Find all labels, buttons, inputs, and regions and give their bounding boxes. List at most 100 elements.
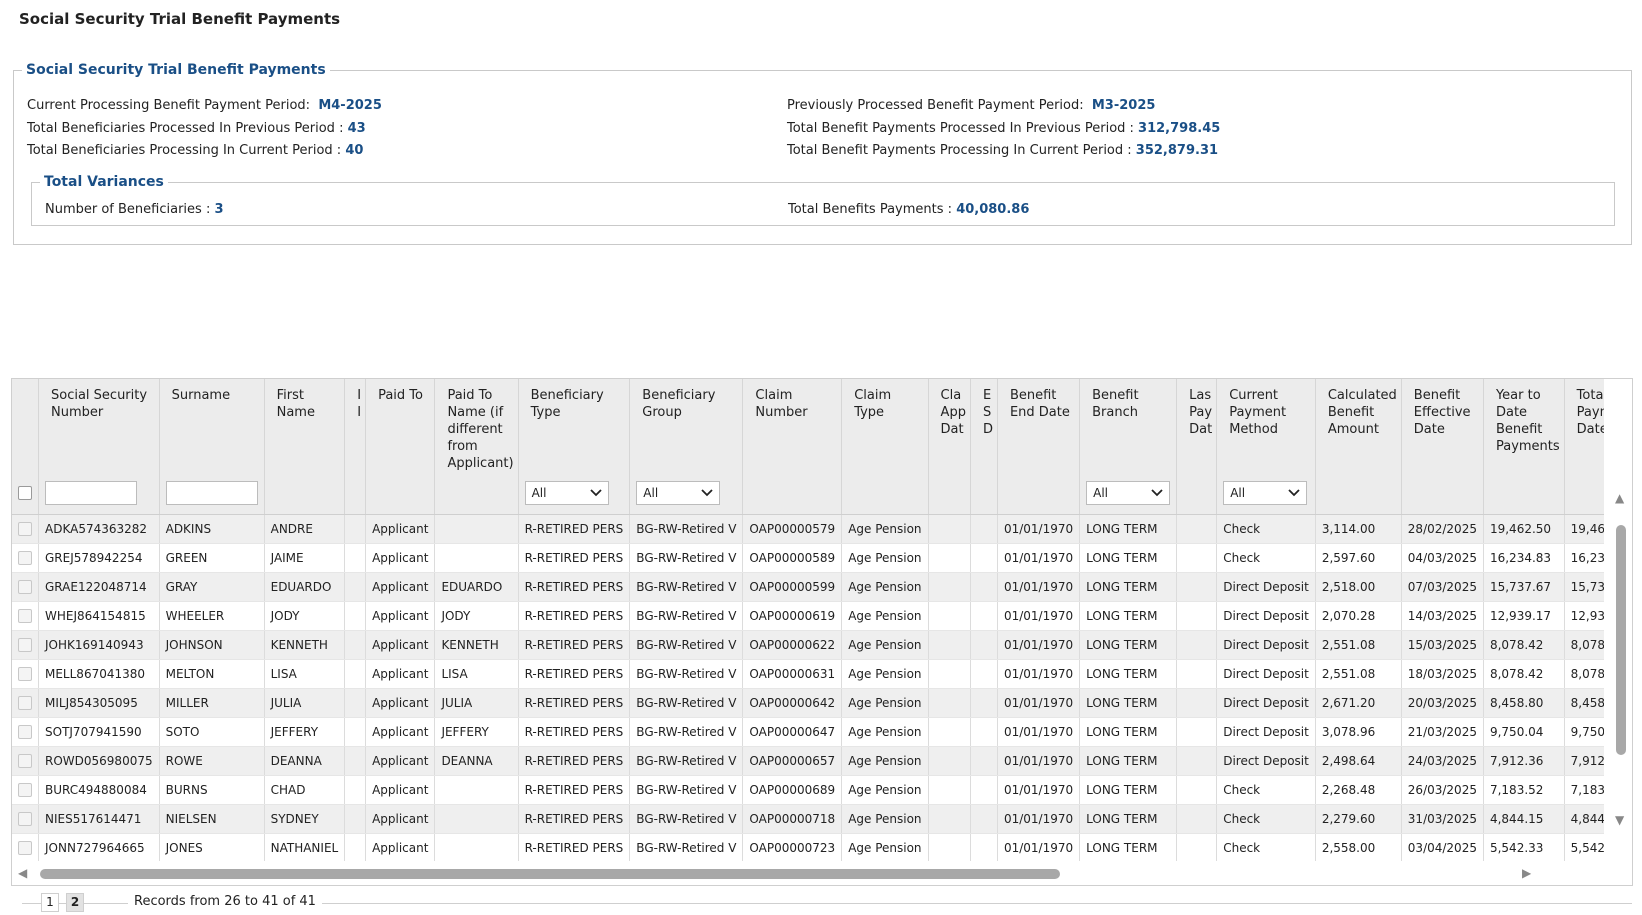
cell-c4 [344,601,367,631]
table-row[interactable]: ADKA574363282 ADKINS ANDRE Applicant R-RETIR… [12,514,1604,544]
cell-branch: LONG TERM [1079,688,1178,718]
column-header-claim_type[interactable]: Claim Type [841,379,929,472]
cell-ssn: GRAE122048714 [38,572,160,602]
arrow-up-icon[interactable]: ▲ [1615,491,1624,505]
row-checkbox[interactable] [18,840,32,855]
cell-claim_type: Age Pension [841,688,929,718]
column-header-c11[interactable]: Cla App Dat [928,379,971,472]
column-header-ben_group[interactable]: Beneficiary Group [629,379,744,472]
cell-c11 [928,514,971,544]
cell-paid_to_name: EDUARDO [434,572,519,602]
variance-payments-label: Total Benefits Payments : [788,202,953,217]
cell-paid_to_name [434,775,519,805]
cell-ben_type: R-RETIRED PERS [518,572,631,602]
filter-select-branch[interactable]: All [1086,480,1171,505]
row-checkbox[interactable] [18,666,32,681]
row-checkbox[interactable] [18,811,32,826]
cell-total: 9,750.0 [1564,717,1604,747]
chevron-down-icon [1151,485,1163,502]
row-checkbox[interactable] [18,753,32,768]
cell-c11 [928,717,971,747]
column-header-calc[interactable]: Calculated Benefit Amount [1315,379,1402,472]
page-1-button[interactable]: 1 [41,893,59,912]
page-title: Social Security Trial Benefit Payments [19,10,341,28]
table-row[interactable]: BURC494880084 BURNS CHAD Applicant R-RETIRED… [12,775,1604,805]
horizontal-scroll-thumb[interactable] [40,869,1060,879]
table-row[interactable]: MILJ854305095 MILLER JULIA Applicant JULIA R-… [12,688,1604,718]
filter-input-ssn[interactable] [45,480,137,505]
table-row[interactable]: ROWD056980075 ROWE DEANNA Applicant DEANNA R-… [12,746,1604,776]
filter-cell-claim_no [742,472,843,515]
cell-method: Direct Deposit [1216,688,1316,718]
arrow-right-icon[interactable]: ▶ [1522,866,1531,880]
row-checkbox[interactable] [18,521,32,536]
table-row[interactable]: WHEJ864154815 WHEELER JODY Applicant JODY R-R… [12,601,1604,631]
column-header-total[interactable]: Total Ben Payments Date [1564,379,1604,472]
row-checkbox[interactable] [18,724,32,739]
column-header-method[interactable]: Current Payment Method [1216,379,1316,472]
row-checkbox[interactable] [18,637,32,652]
column-header-paid_to[interactable]: Paid To [365,379,436,472]
cell-total: 16,234. [1564,543,1604,573]
cell-ben_type: R-RETIRED PERS [518,717,631,747]
column-header-branch[interactable]: Benefit Branch [1079,379,1178,472]
cell-surname: JONES [159,833,265,861]
filter-cell-ben_group: All [629,472,744,515]
cell-ben_group: BG-RW-Retired V [629,543,744,573]
column-header-ytd[interactable]: Year to Date Benefit Payments [1483,379,1565,472]
current-period-label: Current Processing Benefit Payment Perio… [27,98,311,113]
table-row[interactable]: NIES517614471 NIELSEN SYDNEY Applicant R-RET… [12,804,1604,834]
cell-c11 [928,688,971,718]
row-checkbox[interactable] [18,695,32,710]
cell-c4 [344,775,367,805]
column-header-c4[interactable]: I I [344,379,367,472]
table-row[interactable]: MELL867041380 MELTON LISA Applicant LISA R-RE… [12,659,1604,689]
cell-total: 19,462. [1564,514,1604,544]
vertical-scroll-thumb[interactable] [1616,525,1626,755]
horizontal-scrollbar[interactable]: ◀ ▶ [12,863,1632,885]
row-select-cell [12,514,39,544]
column-header-eff[interactable]: Benefit Effective Date [1401,379,1484,472]
select-all-checkbox[interactable] [18,486,32,500]
table-row[interactable]: JOHK169140943 JOHNSON KENNETH Applicant KENN… [12,630,1604,660]
column-header-ssn[interactable]: Social Security Number [38,379,160,472]
column-header-first[interactable]: First Name [264,379,346,472]
column-header-surname[interactable]: Surname [159,379,265,472]
table-row[interactable]: GRAE122048714 GRAY EDUARDO Applicant EDUARDO… [12,572,1604,602]
table-row[interactable]: JONN727964665 JONES NATHANIEL Applicant R-RE… [12,833,1604,861]
filter-select-value: All [1093,485,1109,500]
row-select-cell [12,630,39,660]
column-header-c15[interactable]: Las Pay Dat [1176,379,1218,472]
cell-claim_no: OAP00000619 [742,601,843,631]
column-header-paid_to_name[interactable]: Paid To Name (if different from Applican… [434,379,519,472]
column-header-claim_no[interactable]: Claim Number [742,379,843,472]
cell-paid_to_name: LISA [434,659,519,689]
column-header-c12[interactable]: E S D [970,379,998,472]
filter-select-ben_group[interactable]: All [636,480,721,505]
cell-ben_group: BG-RW-Retired V [629,775,744,805]
filter-input-surname[interactable] [165,480,258,505]
curr-beneficiaries-line: Total Beneficiaries Processing In Curren… [27,143,363,158]
row-checkbox[interactable] [18,782,32,797]
cell-first: EDUARDO [264,572,346,602]
cell-eff: 20/03/2025 [1401,688,1484,718]
column-header-ben_type[interactable]: Beneficiary Type [518,379,631,472]
table-row[interactable]: GREJ578942254 GREEN JAIME Applicant R-RETIRE… [12,543,1604,573]
page-2-button[interactable]: 2 [66,893,84,912]
arrow-left-icon[interactable]: ◀ [18,866,27,880]
filter-select-ben_type[interactable]: All [524,480,609,505]
row-select-cell [12,688,39,718]
filter-select-method[interactable]: All [1223,480,1308,505]
row-checkbox[interactable] [18,550,32,565]
select-all-cell [12,472,39,515]
row-checkbox[interactable] [18,579,32,594]
vertical-scrollbar[interactable]: ▲ ▼ [1610,487,1632,835]
cell-method: Direct Deposit [1216,572,1316,602]
table-row[interactable]: SOTJ707941590 SOTO JEFFERY Applicant JEFFERY… [12,717,1604,747]
column-header-ben_end[interactable]: Benefit End Date [997,379,1081,472]
variance-beneficiaries-line: Number of Beneficiaries : 3 [45,202,224,217]
cell-method: Check [1216,514,1316,544]
arrow-down-icon[interactable]: ▼ [1615,813,1624,827]
cell-paid_to_name: JULIA [434,688,519,718]
row-checkbox[interactable] [18,608,32,623]
